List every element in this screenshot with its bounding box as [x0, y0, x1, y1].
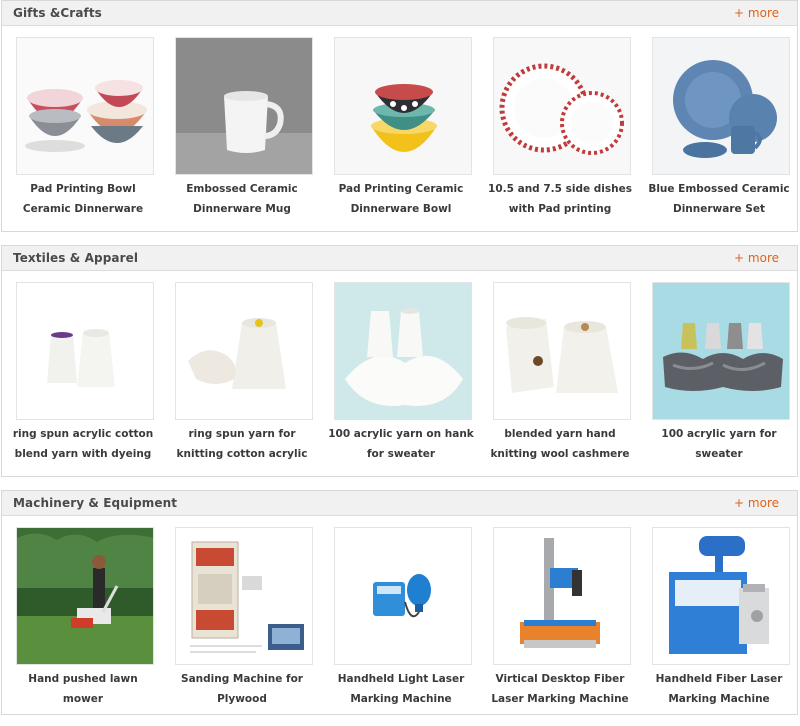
product-name[interactable]: Pad Printing Bowl Ceramic Dinnerware [8, 179, 158, 219]
product-card[interactable]: Pad Printing Bowl Ceramic Dinnerware [8, 37, 158, 219]
product-card[interactable]: ring spun yarn for knitting cotton acryl… [167, 282, 317, 464]
product-image[interactable] [652, 282, 790, 420]
product-list: ring spun acrylic cotton blend yarn with… [2, 271, 797, 481]
section-textiles-apparel: Textiles & Apparel + more ring spun acry… [1, 245, 798, 477]
product-image[interactable] [334, 527, 472, 665]
product-card[interactable]: Sanding Machine for Plywood [167, 527, 317, 709]
product-card[interactable]: Pad Printing Ceramic Dinnerware Bowl [326, 37, 476, 219]
product-name[interactable]: Virtical Desktop Fiber Laser Marking Mac… [485, 669, 635, 709]
product-image[interactable] [334, 37, 472, 175]
product-image[interactable] [16, 527, 154, 665]
product-name[interactable]: Blue Embossed Ceramic Dinnerware Set [644, 179, 794, 219]
product-image[interactable] [652, 37, 790, 175]
product-card[interactable]: Blue Embossed Ceramic Dinnerware Set [644, 37, 794, 219]
section-gifts-crafts: Gifts &Crafts + more Pad Printing Bowl C… [1, 0, 798, 232]
product-name[interactable]: 10.5 and 7.5 side dishes with Pad printi… [485, 179, 635, 219]
product-list: Hand pushed lawn mower Sanding Machine f… [2, 516, 797, 726]
product-image[interactable] [175, 527, 313, 665]
product-name[interactable]: Handheld Light Laser Marking Machine [326, 669, 476, 709]
product-name[interactable]: Hand pushed lawn mower [8, 669, 158, 709]
product-name[interactable]: ring spun yarn for knitting cotton acryl… [167, 424, 317, 464]
section-title: Machinery & Equipment [13, 496, 178, 510]
product-card[interactable]: Handheld Light Laser Marking Machine [326, 527, 476, 709]
product-name[interactable]: blended yarn hand knitting wool cashmere [485, 424, 635, 464]
section-title: Gifts &Crafts [13, 6, 102, 20]
product-card[interactable]: ring spun acrylic cotton blend yarn with… [8, 282, 158, 464]
section-header: Gifts &Crafts + more [2, 1, 797, 26]
product-card[interactable]: Hand pushed lawn mower [8, 527, 158, 709]
product-card[interactable]: Virtical Desktop Fiber Laser Marking Mac… [485, 527, 635, 709]
product-name[interactable]: Embossed Ceramic Dinnerware Mug [167, 179, 317, 219]
product-card[interactable]: 100 acrylic yarn for sweater [644, 282, 794, 464]
product-card[interactable]: blended yarn hand knitting wool cashmere [485, 282, 635, 464]
more-link[interactable]: + more [734, 496, 779, 510]
product-name[interactable]: 100 acrylic yarn for sweater [644, 424, 794, 464]
product-image[interactable] [175, 282, 313, 420]
product-card[interactable]: 100 acrylic yarn on hank for sweater [326, 282, 476, 464]
product-card[interactable]: Embossed Ceramic Dinnerware Mug [167, 37, 317, 219]
product-name[interactable]: Sanding Machine for Plywood [167, 669, 317, 709]
more-link[interactable]: + more [734, 6, 779, 20]
section-header: Machinery & Equipment + more [2, 491, 797, 516]
product-card[interactable]: 10.5 and 7.5 side dishes with Pad printi… [485, 37, 635, 219]
product-card[interactable]: Handheld Fiber Laser Marking Machine [644, 527, 794, 709]
product-image[interactable] [175, 37, 313, 175]
section-title: Textiles & Apparel [13, 251, 139, 265]
product-image[interactable] [334, 282, 472, 420]
product-image[interactable] [493, 527, 631, 665]
product-name[interactable]: 100 acrylic yarn on hank for sweater [326, 424, 476, 464]
product-image[interactable] [16, 282, 154, 420]
product-name[interactable]: Pad Printing Ceramic Dinnerware Bowl [326, 179, 476, 219]
product-list: Pad Printing Bowl Ceramic Dinnerware Emb… [2, 26, 797, 236]
product-image[interactable] [16, 37, 154, 175]
section-header: Textiles & Apparel + more [2, 246, 797, 271]
section-machinery-equipment: Machinery & Equipment + more Hand pushed… [1, 490, 798, 715]
product-name[interactable]: ring spun acrylic cotton blend yarn with… [8, 424, 158, 464]
product-image[interactable] [493, 282, 631, 420]
product-image[interactable] [652, 527, 790, 665]
more-link[interactable]: + more [734, 251, 779, 265]
product-image[interactable] [493, 37, 631, 175]
product-name[interactable]: Handheld Fiber Laser Marking Machine [644, 669, 794, 709]
